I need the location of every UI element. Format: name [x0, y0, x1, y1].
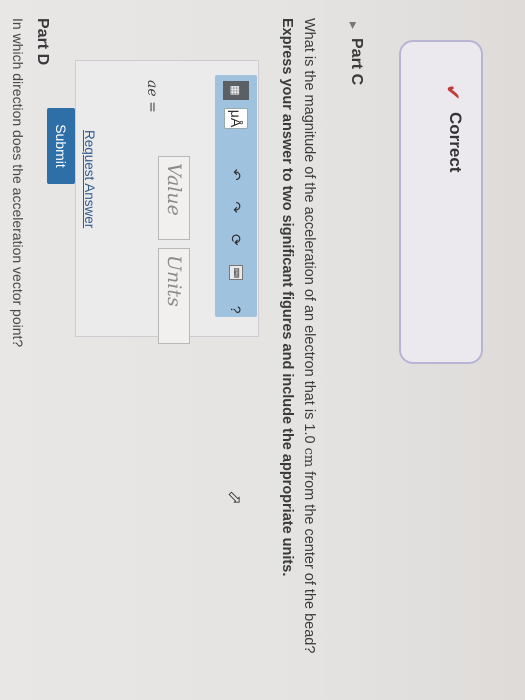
correct-feedback-box: ✔ Correct — [399, 40, 483, 364]
math-toolbar: ▦ μÅ ↶ ↷ ⟳ ⌨ ? — [215, 75, 257, 317]
part-c-instruction: Express your answer to two significant f… — [279, 18, 295, 577]
units-input[interactable] — [158, 248, 190, 344]
question-suffix: from the center of the bead? — [301, 467, 317, 654]
correct-label: Correct — [446, 112, 465, 173]
reset-icon[interactable]: ⟳ — [225, 233, 247, 248]
variable-label: ae = — [144, 80, 160, 113]
help-button[interactable]: ? — [225, 302, 247, 317]
question-unit: cm — [301, 447, 316, 468]
part-d-title: Part D — [34, 18, 51, 66]
redo-icon[interactable]: ↷ — [225, 200, 247, 215]
submit-button[interactable]: Submit — [47, 108, 75, 184]
units-button[interactable]: μÅ — [224, 107, 248, 130]
checkmark-icon: ✔ — [441, 84, 463, 101]
question-prefix: What is the magnitude of the acceleratio… — [301, 18, 317, 448]
part-c-question: What is the magnitude of the acceleratio… — [301, 18, 317, 653]
rotated-screen: ✔ Correct ▸ Part C What is the magnitude… — [0, 0, 525, 700]
part-d-question: In which direction does the acceleration… — [10, 18, 26, 348]
mouse-cursor-icon: ⬀ — [225, 490, 245, 506]
keyboard-icon[interactable]: ⌨ — [229, 265, 243, 281]
template-icon[interactable]: ▦ — [223, 81, 249, 100]
request-answer-link[interactable]: Request Answer — [82, 130, 97, 228]
part-c-title: Part C — [348, 38, 365, 86]
undo-icon[interactable]: ↶ — [225, 167, 247, 182]
value-input[interactable] — [158, 156, 190, 240]
collapse-marker-icon[interactable]: ▸ — [345, 22, 362, 29]
